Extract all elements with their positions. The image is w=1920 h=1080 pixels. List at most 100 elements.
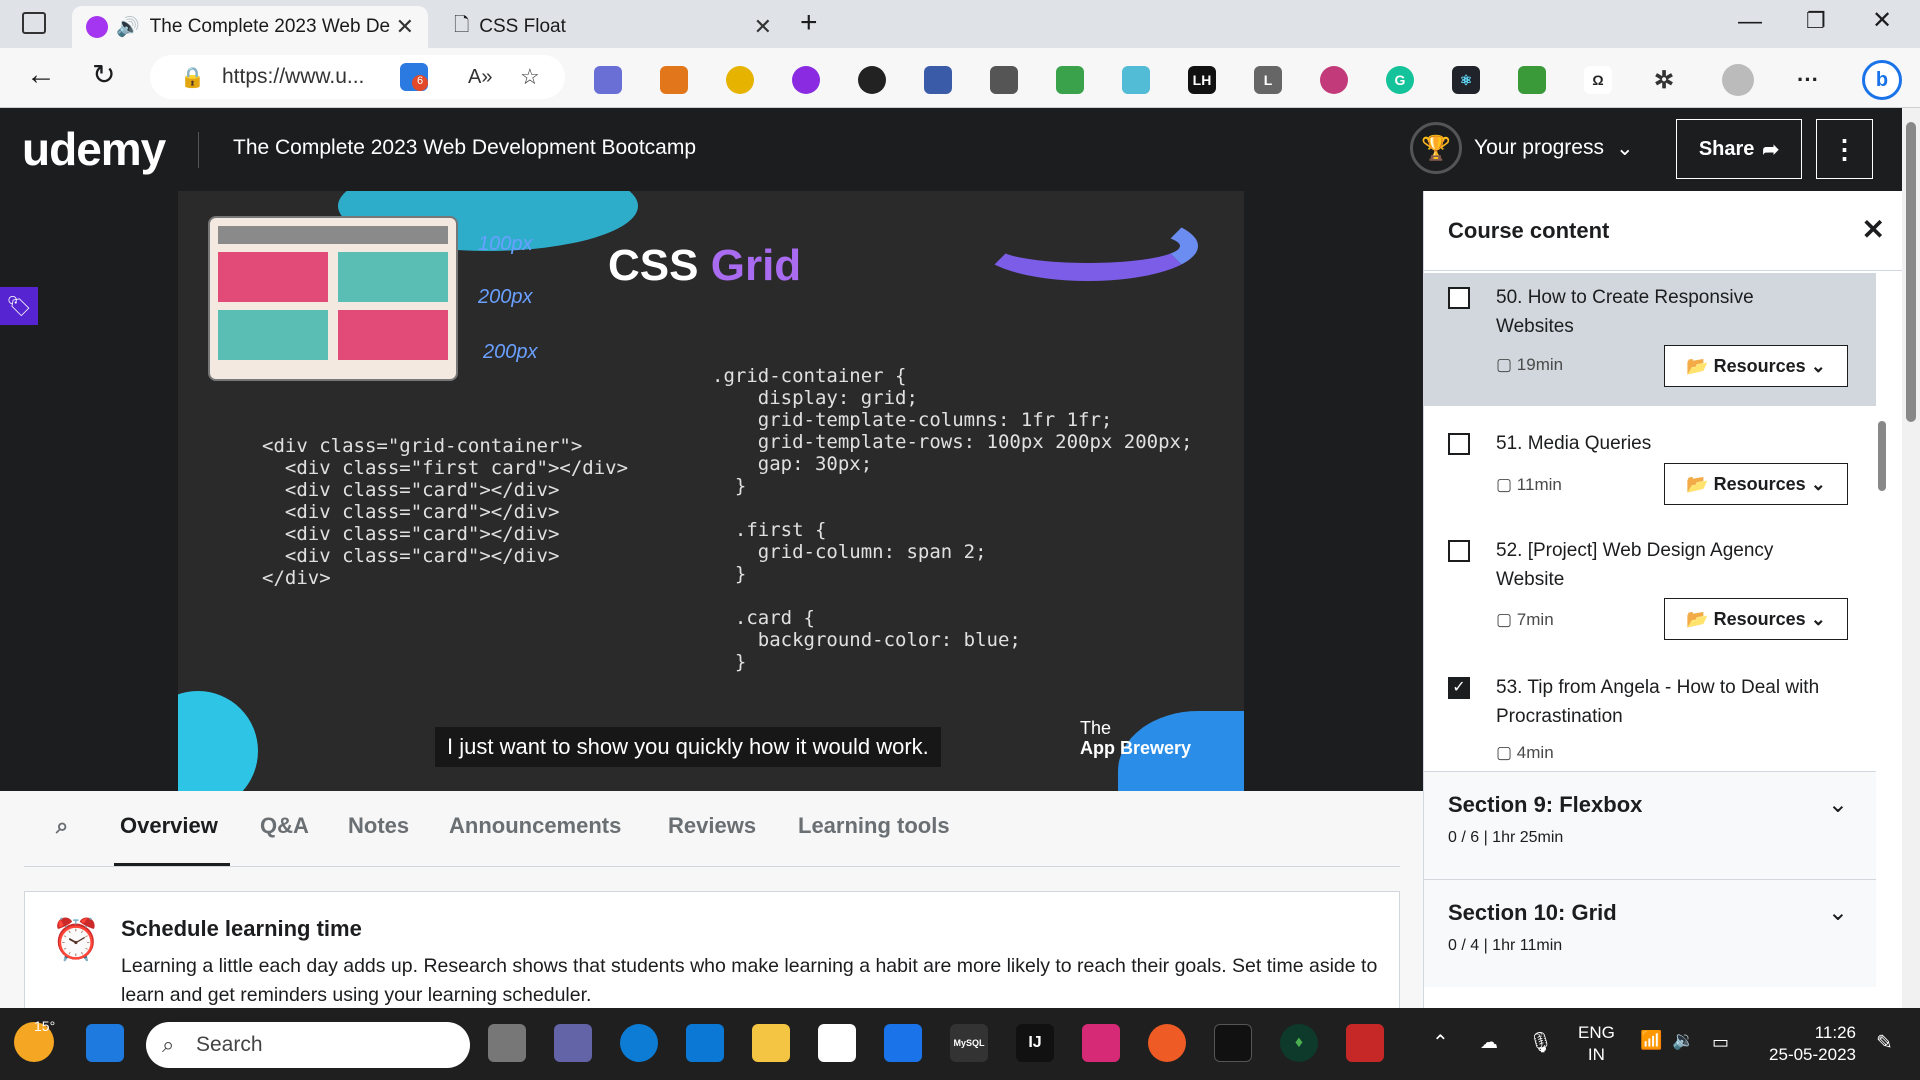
lecture-checkbox[interactable]: ✓ <box>1448 677 1470 699</box>
mail-icon[interactable] <box>884 1024 922 1062</box>
terminal-icon[interactable] <box>1214 1024 1252 1062</box>
lecture-checkbox[interactable] <box>1448 540 1470 562</box>
clock[interactable]: 11:26 25-05-2023 <box>1760 1022 1856 1066</box>
lecture-item[interactable]: ✓ 53. Tip from Angela - How to Deal with… <box>1424 663 1876 773</box>
progress-dropdown[interactable]: 🏆 Your progress ⌄ <box>1410 122 1634 174</box>
battery-icon[interactable]: ▭ <box>1712 1032 1729 1053</box>
extension-icon[interactable] <box>1056 66 1084 94</box>
extension-icon[interactable]: L <box>1254 66 1282 94</box>
close-tab-icon[interactable]: ✕ <box>754 14 772 40</box>
window-close-icon[interactable]: ✕ <box>1872 6 1892 35</box>
app-icon[interactable] <box>1346 1024 1384 1062</box>
tab-udemy[interactable]: 🔊 The Complete 2023 Web De ✕ <box>72 6 428 48</box>
microphone-icon[interactable]: 🎙 <box>1528 1030 1553 1055</box>
panel-scrollbar[interactable] <box>1878 421 1886 491</box>
extension-icon[interactable] <box>594 66 622 94</box>
tray-chevron-icon[interactable]: ⌃ <box>1432 1030 1449 1055</box>
extensions-icon[interactable]: ✲ <box>1650 66 1678 94</box>
tag-icon[interactable]: 🏷 <box>0 287 38 325</box>
code-line: <div class="card"></div> <box>262 479 560 501</box>
restore-icon[interactable]: ❐ <box>1806 8 1826 34</box>
extension-icon[interactable] <box>792 66 820 94</box>
speaker-icon[interactable]: 🔊 <box>116 15 140 39</box>
notification-icon[interactable]: ✎ <box>1876 1030 1893 1055</box>
mysql-icon[interactable]: MySQL <box>950 1024 988 1062</box>
tab-notes[interactable]: Notes <box>348 813 409 839</box>
close-tab-icon[interactable]: ✕ <box>396 14 414 40</box>
volume-icon[interactable]: 🔉 <box>1672 1030 1694 1051</box>
store-icon[interactable] <box>818 1024 856 1062</box>
course-content-panel: Course content ✕ 50. How to Create Respo… <box>1423 191 1903 1008</box>
extension-icon[interactable] <box>924 66 952 94</box>
panel-header: Course content ✕ <box>1424 191 1903 271</box>
tab-reviews[interactable]: Reviews <box>668 813 756 839</box>
instagram-icon[interactable] <box>1082 1024 1120 1062</box>
extension-icon[interactable] <box>1320 66 1348 94</box>
back-icon[interactable]: ← <box>26 58 56 92</box>
profile-avatar[interactable] <box>1722 64 1754 96</box>
lecture-item[interactable]: 52. [Project] Web Design Agency Website … <box>1424 526 1876 656</box>
search-icon[interactable]: ⌕ <box>56 813 68 839</box>
vscode-icon[interactable] <box>686 1024 724 1062</box>
url-field[interactable]: 🔒 https://www.u... 6 A» ☆ <box>150 55 565 99</box>
react-icon[interactable]: ⚛ <box>1452 66 1480 94</box>
lecture-checkbox[interactable] <box>1448 433 1470 455</box>
extension-icon[interactable] <box>858 66 886 94</box>
intellij-icon[interactable]: IJ <box>1016 1024 1054 1062</box>
section-flexbox[interactable]: Section 9: Flexbox 0 / 6 | 1hr 25min ⌄ <box>1424 771 1876 879</box>
postman-icon[interactable] <box>1148 1024 1186 1062</box>
more-options-button[interactable]: ⋮ <box>1816 119 1873 179</box>
extension-icon[interactable] <box>726 66 754 94</box>
wifi-icon[interactable]: 📶 <box>1640 1030 1662 1051</box>
task-view-icon[interactable] <box>488 1024 526 1062</box>
edge-icon[interactable] <box>620 1024 658 1062</box>
browser-tab-bar: 🔊 The Complete 2023 Web De ✕ 🗋 CSS Float… <box>0 0 1920 48</box>
extension-icon[interactable]: Ω <box>1584 66 1612 94</box>
eyedropper-icon[interactable] <box>990 66 1018 94</box>
metamask-icon[interactable] <box>660 66 688 94</box>
code-line: <div class="grid-container"> <box>262 435 583 457</box>
lecture-item[interactable]: 50. How to Create Responsive Websites ▢ … <box>1424 273 1876 406</box>
tab-actions-icon[interactable] <box>22 12 46 34</box>
tab-learning-tools[interactable]: Learning tools <box>798 813 950 839</box>
start-icon[interactable] <box>86 1024 124 1062</box>
reload-icon[interactable]: ↻ <box>92 58 115 91</box>
html-icon[interactable] <box>1518 66 1546 94</box>
lighthouse-icon[interactable]: LH <box>1188 66 1216 94</box>
search-placeholder: Search <box>196 1033 263 1056</box>
taskbar-search[interactable]: ⌕ Search <box>146 1022 470 1068</box>
grammarly-icon[interactable]: G <box>1386 66 1414 94</box>
tab-overview[interactable]: Overview <box>120 813 218 839</box>
lecture-checkbox[interactable] <box>1448 287 1470 309</box>
tab-css-float[interactable]: 🗋 CSS Float ✕ <box>440 6 786 48</box>
resources-button[interactable]: 📂 Resources ⌄ <box>1664 463 1848 505</box>
bing-icon[interactable]: b <box>1862 60 1902 100</box>
new-tab-button[interactable]: + <box>800 6 818 40</box>
udemy-logo[interactable]: udemy <box>22 122 166 176</box>
minimize-icon[interactable]: — <box>1738 8 1762 36</box>
language-indicator[interactable]: ENG IN <box>1578 1022 1615 1066</box>
tray-app-icon[interactable]: ☁ <box>1480 1032 1498 1053</box>
read-aloud-icon[interactable]: A» <box>468 66 492 89</box>
teams-icon[interactable] <box>554 1024 592 1062</box>
tab-announcements[interactable]: Announcements <box>449 813 621 839</box>
more-menu-icon[interactable]: ··· <box>1794 66 1822 94</box>
close-icon[interactable]: ✕ <box>1862 213 1885 246</box>
section-grid[interactable]: Section 10: Grid 0 / 4 | 1hr 11min ⌄ <box>1424 879 1876 987</box>
mongodb-icon[interactable]: ♦ <box>1280 1024 1318 1062</box>
favorite-icon[interactable]: ☆ <box>520 64 540 90</box>
resources-button[interactable]: 📂 Resources ⌄ <box>1664 598 1848 640</box>
tab-qa[interactable]: Q&A <box>260 813 309 839</box>
file-explorer-icon[interactable] <box>752 1024 790 1062</box>
scrollbar-thumb[interactable] <box>1906 122 1916 422</box>
course-title[interactable]: The Complete 2023 Web Development Bootca… <box>233 136 696 160</box>
share-button[interactable]: Share ➦ <box>1676 119 1802 179</box>
resources-button[interactable]: 📂 Resources ⌄ <box>1664 345 1848 387</box>
section-subtitle: 0 / 4 | 1hr 11min <box>1448 937 1563 954</box>
course-tabs: ⌕ Overview Q&A Notes Announcements Revie… <box>24 791 1400 867</box>
page-scrollbar[interactable] <box>1902 108 1920 1008</box>
decorative-blob <box>178 691 258 791</box>
extension-badge-icon[interactable]: 6 <box>400 63 428 91</box>
lecture-item[interactable]: 51. Media Queries ▢ 11min 📂 Resources ⌄ <box>1424 419 1876 519</box>
extension-icon[interactable] <box>1122 66 1150 94</box>
